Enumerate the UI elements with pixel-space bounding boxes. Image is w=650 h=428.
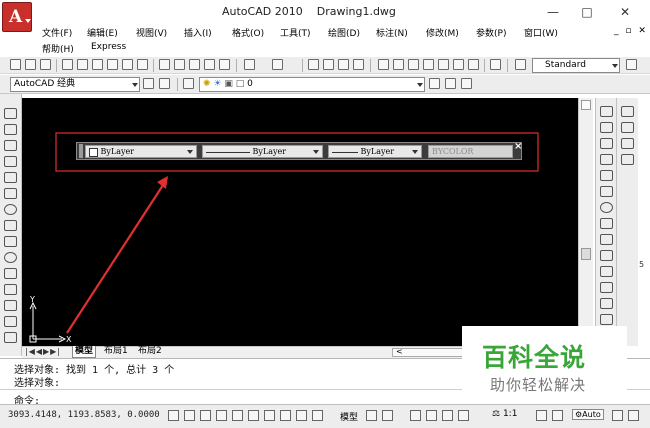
vertical-scrollbar[interactable] [578,98,593,346]
auto-scale-icon[interactable] [552,410,563,421]
pan-icon[interactable] [410,410,421,421]
chevron-down-icon [412,150,418,154]
tab-layout1[interactable]: 布局1 [104,346,128,357]
array-icon[interactable] [600,170,613,181]
copy-icon[interactable] [600,122,613,133]
snap-mode-icon[interactable] [168,410,179,421]
send-under-icon[interactable] [621,154,634,165]
layout-icon[interactable] [366,410,377,421]
linetype-combo[interactable]: ByLayer [202,145,323,158]
send-to-back-icon[interactable] [621,122,634,133]
toolbar-lock-icon[interactable] [612,410,623,421]
window-edge: 5 [638,94,650,356]
polar-icon[interactable] [216,410,227,421]
linetype-value: ByLayer [252,147,287,156]
quick-properties-icon[interactable] [312,410,323,421]
trim-icon[interactable] [600,250,613,261]
model-space-label[interactable]: 模型 [340,410,358,423]
annotation-arrow [66,181,166,334]
edge-fragment: 5 [639,260,645,269]
scroll-thumb[interactable] [581,248,591,260]
close-icon[interactable]: × [514,141,522,152]
osnap-icon[interactable] [232,410,243,421]
offset-icon[interactable] [600,154,613,165]
chamfer-icon[interactable] [600,314,613,325]
annotation-scale[interactable]: ⚖ 1:1 [492,409,517,419]
draw-order-toolbar [616,98,638,346]
showmotion-icon[interactable] [458,410,469,421]
steering-wheel-icon[interactable] [442,410,453,421]
status-bar: 3093.4148, 1193.8583, 0.0000 模型 ⚖ 1:1 ⚙A… [0,404,650,428]
color-value: ByLayer [100,147,135,156]
mirror-icon[interactable] [600,138,613,149]
chevron-down-icon [187,150,193,154]
annotation-visibility-icon[interactable] [536,410,547,421]
lineweight-value: ByLayer [360,147,395,156]
tab-model[interactable]: 模型 [72,346,97,358]
break-icon[interactable] [600,282,613,293]
grid-icon[interactable] [184,410,195,421]
erase-icon[interactable] [600,106,613,117]
workspace-switch-label: Auto [582,410,601,419]
zoom-icon[interactable] [426,410,437,421]
plotstyle-combo: BYCOLOR [428,145,513,158]
ucs-x-label: X [66,335,72,344]
scroll-left-icon[interactable]: < [396,347,403,356]
lineweight-toggle-icon[interactable] [296,410,307,421]
join-icon[interactable] [600,298,613,309]
ucs-y-label: Y [29,295,35,304]
ortho-icon[interactable] [200,410,211,421]
dyn-icon[interactable] [280,410,291,421]
bring-above-icon[interactable] [621,138,634,149]
stretch-icon[interactable] [600,234,613,245]
watermark: 百科全说 助你轻松解决 [462,326,627,400]
drag-handle[interactable] [79,144,83,158]
rotate-icon[interactable] [600,202,613,213]
watermark-title: 百科全说 [482,343,587,372]
scroll-up-icon[interactable] [581,100,591,110]
lineweight-combo[interactable]: ByLayer [328,145,422,158]
plotstyle-value: BYCOLOR [432,147,474,156]
bring-to-front-icon[interactable] [621,106,634,117]
command-history-line: 选择对象: [14,378,61,389]
modify-toolbar [595,98,616,346]
workspace-switch[interactable]: ⚙Auto [572,409,604,420]
lineweight-preview-icon [332,151,358,153]
color-swatch-icon [89,147,98,157]
scale-icon[interactable] [600,218,613,229]
tab-layout2[interactable]: 布局2 [138,346,162,357]
otrack-icon[interactable] [248,410,259,421]
annotation-scale-value: 1:1 [502,409,518,419]
watermark-subtitle: 助你轻松解决 [490,376,587,394]
coordinate-readout[interactable]: 3093.4148, 1193.8583, 0.0000 [8,410,160,420]
extend-icon[interactable] [600,266,613,277]
ducs-icon[interactable] [264,410,275,421]
tab-nav-arrows-icon[interactable]: |◀◀▶▶| [25,347,61,356]
linetype-preview-icon [206,151,250,153]
chevron-down-icon [313,150,319,154]
layout-view-icon[interactable] [382,410,393,421]
clean-screen-icon[interactable] [628,410,639,421]
properties-toolbar: ByLayer ByLayer ByLayer BYCOLOR × [76,141,522,160]
color-combo[interactable]: ByLayer [85,145,197,158]
move-icon[interactable] [600,186,613,197]
